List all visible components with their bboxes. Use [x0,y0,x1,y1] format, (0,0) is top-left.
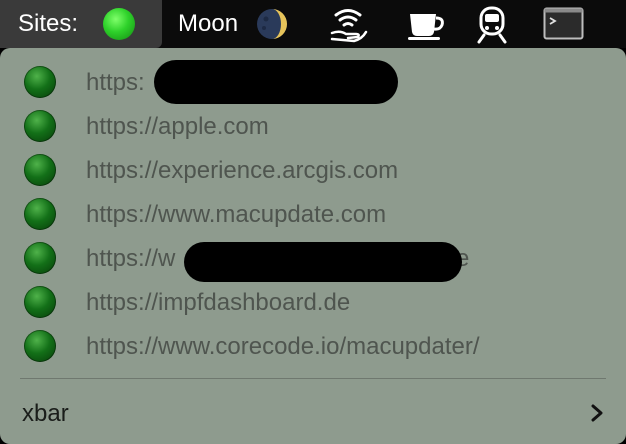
site-url: https://impfdashboard.de [86,289,351,316]
train-icon[interactable] [475,6,509,44]
sites-status-indicator [103,8,135,40]
xbar-label: xbar [22,400,69,427]
site-status-dot [24,330,56,362]
site-status-dot [24,198,56,230]
site-item[interactable]: https://www.corecode.io/macupdater/ [0,324,626,368]
site-url: https://www.macupdate.com [86,201,387,228]
wifi-hand-icon[interactable] [328,6,368,44]
coffee-cup-icon[interactable] [405,6,447,42]
site-status-dot [24,66,56,98]
moon-menu[interactable]: Moon [178,0,238,48]
menu-separator [20,378,606,379]
site-url: https://experience.arcgis.com [86,157,399,184]
site-item[interactable]: https://impfdashboard.de [0,280,626,324]
redaction-bar [154,60,398,104]
sites-status-menu[interactable]: Sites: [0,0,162,48]
site-item[interactable]: https://experience.arcgis.com [0,148,626,192]
sites-label: Sites: [18,10,79,37]
site-url: https://w [86,245,176,272]
moon-phase-icon[interactable] [255,7,289,41]
site-item[interactable]: https://www.macupdate.com [0,192,626,236]
site-item[interactable]: https: [0,60,626,104]
moon-label: Moon [178,10,239,37]
site-url: https: [86,69,145,96]
site-url: https://apple.com [86,113,269,140]
site-url: https://www.corecode.io/macupdater/ [86,333,480,360]
terminal-icon[interactable] [543,6,585,42]
site-status-dot [24,110,56,142]
site-status-dot [24,154,56,186]
chevron-right-icon [591,404,603,422]
redaction-bar [184,242,462,282]
site-item[interactable]: https://w e [0,236,626,282]
site-status-dot [24,242,56,274]
site-status-dot [24,286,56,318]
site-item[interactable]: https://apple.com [0,104,626,148]
xbar-menu-item[interactable]: xbar [0,392,626,436]
menu-bar: Sites: Moon [0,0,626,48]
sites-dropdown-menu: https: https://apple.com https://experie… [0,48,626,444]
